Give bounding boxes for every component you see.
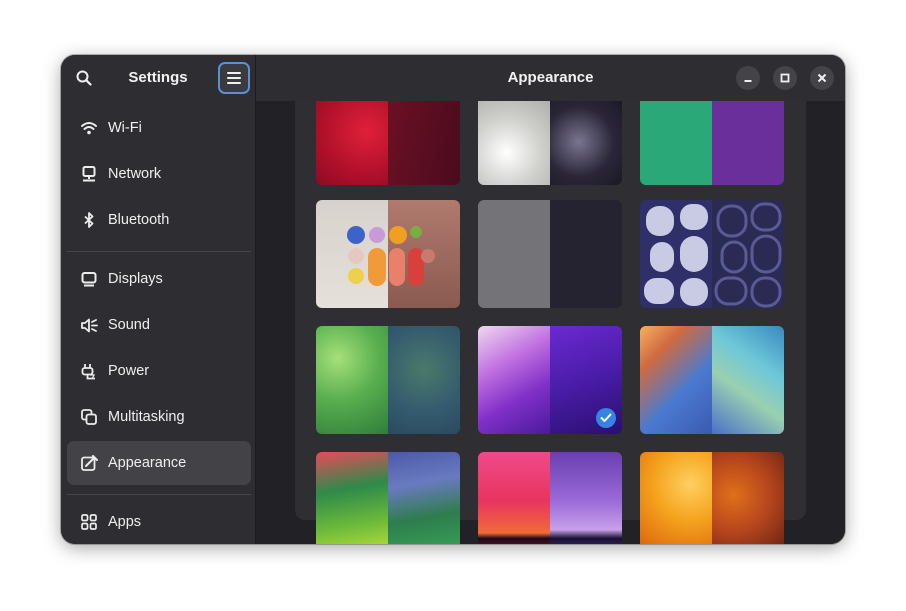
- sidebar-item-power[interactable]: Power: [67, 349, 251, 393]
- wallpaper-thumbnail[interactable]: [316, 326, 460, 434]
- wallpaper-thumbnail[interactable]: [640, 326, 784, 434]
- sidebar-item-label: Wi-Fi: [108, 120, 142, 136]
- sidebar-item-multitasking[interactable]: Multitasking: [67, 395, 251, 439]
- close-button[interactable]: [810, 66, 834, 90]
- minimize-button[interactable]: [736, 66, 760, 90]
- apps-grid-icon: [80, 513, 98, 531]
- appearance-content: [256, 101, 845, 544]
- sidebar-item-wifi[interactable]: Wi-Fi: [67, 106, 251, 150]
- sidebar-item-network[interactable]: Network: [67, 152, 251, 196]
- sidebar-divider: [67, 251, 251, 252]
- speaker-icon: [80, 316, 98, 334]
- header-bar: Appearance: [256, 55, 845, 101]
- multitasking-icon: [80, 408, 98, 426]
- hamburger-menu-button[interactable]: [218, 62, 250, 94]
- sidebar-item-label: Bluetooth: [108, 212, 170, 228]
- sidebar-item-label: Sound: [108, 317, 150, 333]
- maximize-icon: [780, 73, 790, 83]
- wallpaper-thumbnail[interactable]: [316, 101, 460, 185]
- sidebar-item-label: Displays: [108, 271, 163, 287]
- display-icon: [80, 270, 98, 288]
- sidebar-divider: [67, 494, 251, 495]
- power-plug-icon: [80, 362, 98, 380]
- sidebar-item-apps[interactable]: Apps: [67, 500, 251, 544]
- minimize-icon: [744, 80, 752, 82]
- sidebar-item-label: Appearance: [108, 455, 187, 471]
- wallpaper-thumbnail[interactable]: [640, 452, 784, 544]
- wallpaper-thumbnail[interactable]: [478, 200, 622, 308]
- wallpaper-grid: [295, 101, 806, 544]
- wallpaper-thumbnail[interactable]: [640, 101, 784, 185]
- sidebar-item-label: Power: [108, 363, 150, 379]
- sidebar-item-label: Network: [108, 166, 162, 182]
- appearance-icon: [80, 454, 98, 472]
- maximize-button[interactable]: [773, 66, 797, 90]
- sidebar-item-label: Multitasking: [108, 409, 185, 425]
- wallpaper-thumbnail[interactable]: [316, 452, 460, 544]
- sidebar-item-displays[interactable]: Displays: [67, 257, 251, 301]
- network-icon: [80, 165, 98, 183]
- sidebar-item-appearance[interactable]: Appearance: [67, 441, 251, 485]
- wallpaper-thumbnail[interactable]: [478, 101, 622, 185]
- sidebar-item-sound[interactable]: Sound: [67, 303, 251, 347]
- wallpaper-thumbnail[interactable]: [316, 200, 460, 308]
- sidebar-item-bluetooth[interactable]: Bluetooth: [67, 198, 251, 242]
- sidebar-item-label: Apps: [108, 514, 142, 530]
- close-icon: [817, 73, 827, 83]
- wifi-icon: [80, 119, 98, 137]
- sidebar: Settings Wi-Fi Network Bluetooth Display…: [61, 55, 256, 544]
- settings-window: Settings Wi-Fi Network Bluetooth Display…: [61, 55, 845, 544]
- wallpaper-thumbnail[interactable]: [478, 452, 622, 544]
- wallpaper-thumbnail[interactable]: [478, 326, 622, 434]
- bluetooth-icon: [80, 211, 98, 229]
- wallpaper-thumbnail[interactable]: [640, 200, 784, 308]
- selected-checkmark-icon: [596, 408, 616, 428]
- hamburger-menu-icon: [227, 72, 241, 84]
- sidebar-header: Settings: [61, 55, 255, 101]
